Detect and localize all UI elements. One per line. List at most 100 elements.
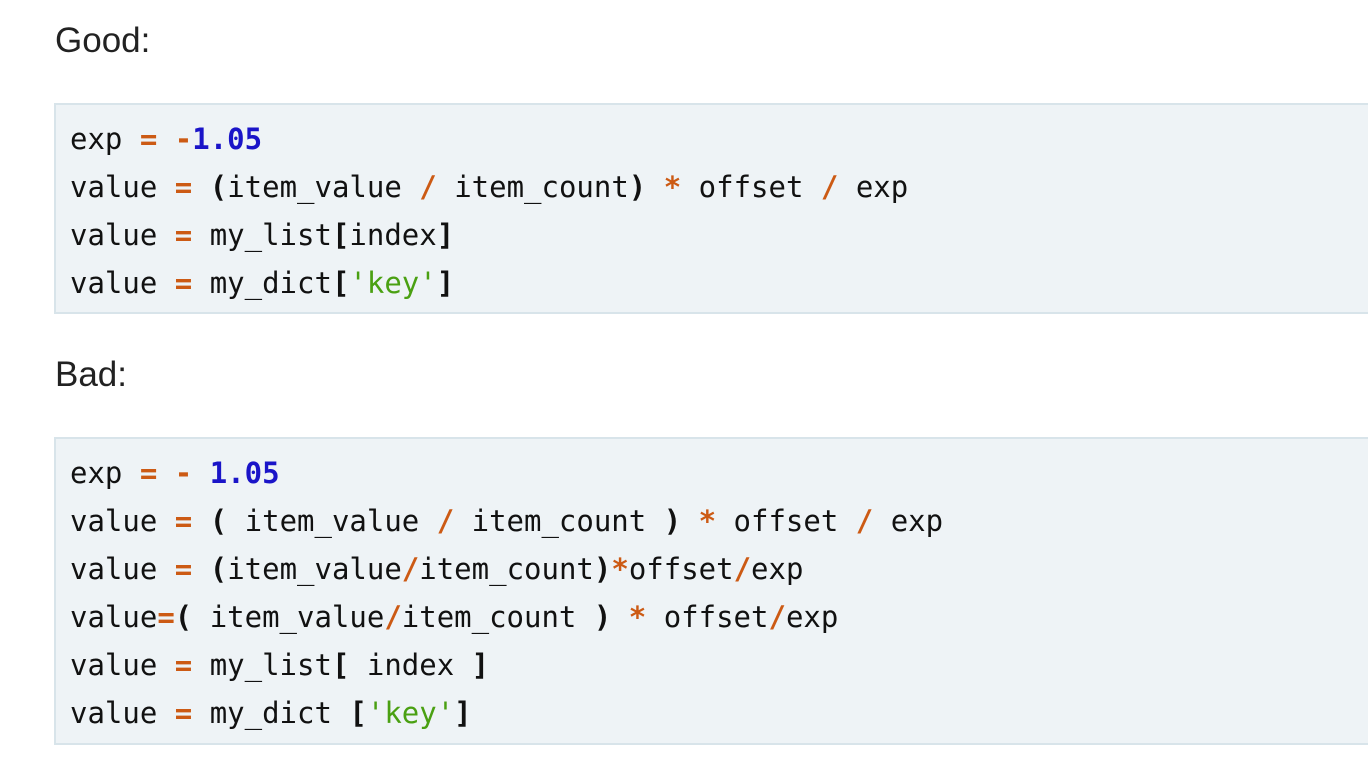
code-token: / — [768, 600, 786, 634]
code-token: item_value — [227, 170, 402, 204]
code-line: value = my_dict['key'] — [70, 259, 1368, 307]
code-token: my_dict — [192, 696, 350, 730]
code-token: ) — [663, 504, 682, 538]
code-token: * — [698, 504, 717, 538]
code-token: [ — [331, 648, 350, 682]
code-token: = — [139, 456, 158, 490]
code-token: item_value — [227, 504, 437, 538]
code-token: * — [611, 552, 629, 586]
bad-heading: Bad: — [55, 355, 127, 394]
code-token: item_value — [227, 552, 402, 586]
code-token: value — [70, 218, 158, 252]
bad-code-block: exp = - 1.05 value = ( item_value / item_… — [54, 437, 1368, 745]
code-token: 'key' — [349, 266, 437, 300]
code-token: = — [139, 122, 158, 156]
code-token: - — [174, 456, 193, 490]
code-token: / — [733, 552, 752, 586]
code-token: exp — [838, 170, 909, 204]
code-token: index — [349, 648, 472, 682]
code-token: 'key' — [366, 696, 455, 730]
code-line: value = my_list[index] — [70, 211, 1368, 259]
code-token: = — [174, 504, 193, 538]
code-token: value — [70, 266, 158, 300]
code-line: exp = - 1.05 — [70, 449, 1368, 497]
code-token: offset — [628, 552, 734, 586]
code-token: value — [70, 600, 158, 634]
code-token: * — [663, 170, 682, 204]
code-token: item_count — [436, 170, 629, 204]
code-token: / — [401, 552, 420, 586]
code-token: exp — [751, 552, 804, 586]
code-token: ( — [174, 600, 193, 634]
good-code-block: exp = -1.05 value = (item_value / item_co… — [54, 103, 1368, 314]
code-token: ( — [209, 552, 228, 586]
code-token: ] — [436, 218, 455, 252]
code-token: ) — [593, 600, 612, 634]
code-token: = — [174, 218, 193, 252]
code-line: value = my_list[ index ] — [70, 641, 1368, 689]
code-token: ) — [593, 552, 612, 586]
code-token: / — [384, 600, 402, 634]
code-token: ) — [628, 170, 647, 204]
code-token: 1.05 — [209, 456, 280, 490]
code-line: value=( item_value/item_count ) * offset… — [70, 593, 1368, 641]
code-token: item_count — [419, 552, 594, 586]
code-token: = — [157, 600, 175, 634]
code-token: ( — [209, 170, 228, 204]
code-token: / — [855, 504, 874, 538]
code-line: value = (item_value/item_count)*offset/e… — [70, 545, 1368, 593]
code-token: exp — [70, 122, 123, 156]
code-token: my_list — [192, 218, 332, 252]
code-token: offset — [716, 504, 856, 538]
code-token: / — [820, 170, 839, 204]
code-token: value — [70, 552, 158, 586]
code-line: value = (item_value / item_count) * offs… — [70, 163, 1368, 211]
code-token: exp — [785, 600, 839, 634]
code-token: = — [174, 696, 193, 730]
code-token: item_count — [401, 600, 594, 634]
code-token: = — [174, 648, 193, 682]
code-token: exp — [70, 456, 123, 490]
code-token: = — [174, 170, 193, 204]
code-line: exp = -1.05 — [70, 115, 1368, 163]
code-token: item_count — [454, 504, 664, 538]
code-token: value — [70, 170, 158, 204]
code-token: = — [174, 266, 193, 300]
code-token: ] — [454, 696, 472, 730]
code-token: = — [174, 552, 193, 586]
code-token: 1.05 — [192, 122, 263, 156]
code-token: value — [70, 696, 158, 730]
code-token: offset — [681, 170, 821, 204]
code-token: my_dict — [192, 266, 332, 300]
code-token: [ — [349, 696, 367, 730]
code-token: exp — [873, 504, 944, 538]
code-token: my_list — [192, 648, 332, 682]
code-token: ( — [209, 504, 228, 538]
code-token: value — [70, 504, 158, 538]
code-token: * — [628, 600, 647, 634]
code-token: ] — [436, 266, 455, 300]
code-line: value = ( item_value / item_count ) * of… — [70, 497, 1368, 545]
good-heading: Good: — [55, 21, 151, 60]
code-token: [ — [331, 218, 350, 252]
code-line: value = my_dict ['key'] — [70, 689, 1368, 737]
